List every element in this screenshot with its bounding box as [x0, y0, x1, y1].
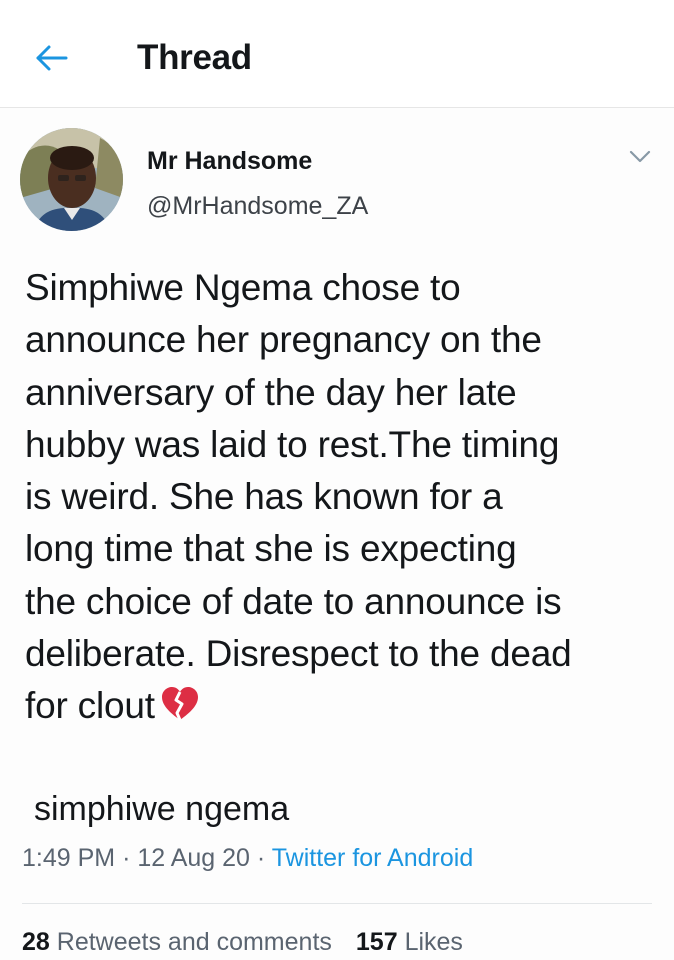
retweets-count: 28 [22, 928, 50, 956]
tweet-meta: 1:49 PM · 12 Aug 20 · Twitter for Androi… [22, 844, 473, 873]
tweet-source-link[interactable]: Twitter for Android [272, 844, 473, 872]
tweet-options-button[interactable] [620, 142, 660, 172]
likes-count: 157 [355, 928, 398, 956]
likes-label: Likes [404, 928, 463, 956]
likes-stat[interactable]: 157 Likes [356, 928, 463, 956]
broken-heart-icon [161, 687, 198, 721]
tweet-date: 12 Aug 20 [137, 844, 250, 872]
meta-separator: · [122, 844, 131, 872]
retweets-label: Retweets and comments [56, 928, 332, 956]
author-handle[interactable]: @MrHandsome_ZA [147, 192, 368, 221]
avatar[interactable] [20, 128, 123, 231]
tweet-sub-text: simphiwe ngema [34, 790, 290, 828]
tweet-thread-page: Thread Mr Handsome @MrHandsome_ZA Simphi… [0, 0, 674, 960]
chevron-down-icon [629, 150, 651, 163]
tweet-text-content: Simphiwe Ngema chose to announce her pre… [25, 267, 572, 727]
top-app-bar: Thread [0, 0, 674, 108]
divider [22, 903, 652, 904]
tweet-text: Simphiwe Ngema chose to announce her pre… [25, 262, 665, 733]
tweet-time: 1:49 PM [22, 844, 116, 872]
back-arrow-icon [36, 45, 68, 71]
page-title: Thread [137, 38, 252, 77]
avatar-photo [20, 128, 123, 231]
tweet-stats: 28 Retweets and comments 157 Likes [22, 928, 463, 957]
meta-separator: · [256, 844, 266, 872]
author-display-name[interactable]: Mr Handsome [147, 147, 312, 176]
retweets-stat[interactable]: 28 Retweets and comments [22, 928, 332, 956]
back-button[interactable] [30, 36, 74, 80]
